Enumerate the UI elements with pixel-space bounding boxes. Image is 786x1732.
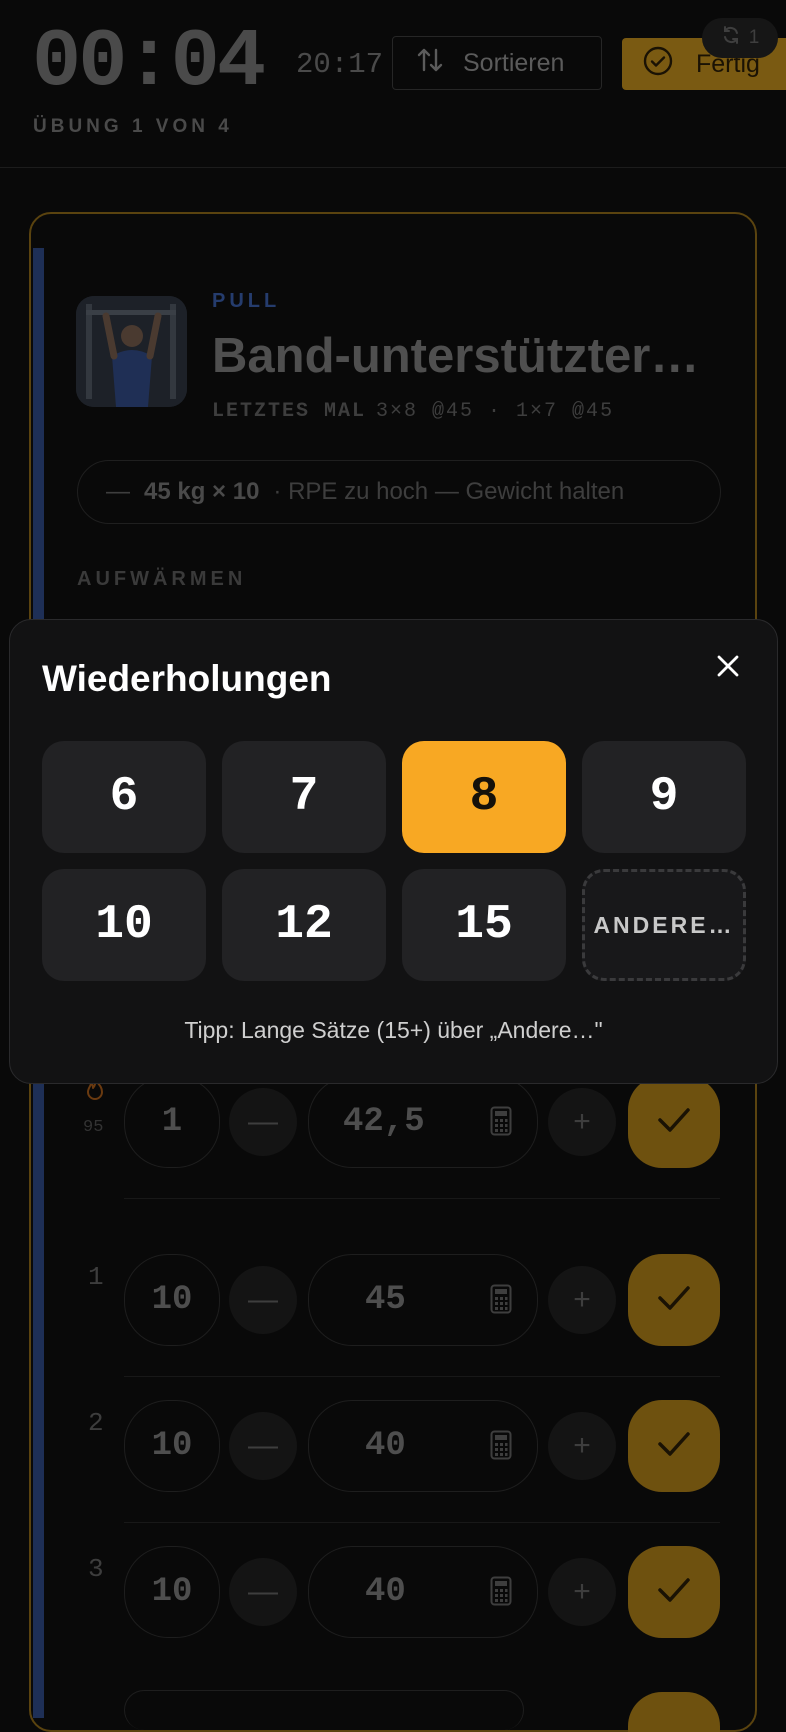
weight-value: 42,5 [343, 1103, 425, 1141]
sort-icon [415, 45, 445, 82]
divider [124, 1376, 720, 1377]
calculator-icon[interactable] [490, 1284, 512, 1319]
reps-option-15[interactable]: 15 [402, 869, 566, 981]
divider [124, 1198, 720, 1199]
plus-icon: + [573, 1575, 591, 1608]
plus-icon: + [573, 1283, 591, 1316]
reps-field[interactable]: 10 [124, 1254, 220, 1346]
sync-badge[interactable]: 1 [702, 18, 778, 58]
checkmark-icon [656, 1430, 692, 1463]
clock-time: 20:17 [296, 48, 384, 81]
decrement-button[interactable]: — [229, 1558, 297, 1626]
reps-field[interactable]: 1 [124, 1076, 220, 1168]
reps-field[interactable]: 10 [124, 1546, 220, 1638]
reps-option-8-selected[interactable]: 8 [402, 741, 566, 853]
next-row-check-peek [628, 1692, 720, 1732]
recommendation-pill: — 45 kg × 10 · RPE zu hoch — Gewicht hal… [77, 460, 721, 524]
set-row: 3 10 — 40 + [0, 1546, 786, 1642]
next-row-peek [124, 1690, 524, 1730]
checkmark-icon [656, 1106, 692, 1139]
calculator-icon[interactable] [490, 1576, 512, 1611]
minus-icon: — [248, 1575, 278, 1608]
exercise-thumbnail[interactable] [76, 296, 187, 407]
exercise-progress: ÜBUNG 1 VON 4 [33, 116, 233, 137]
hint-text: · RPE zu hoch — Gewicht halten [273, 478, 625, 505]
calculator-icon[interactable] [490, 1430, 512, 1465]
increment-button[interactable]: + [548, 1266, 616, 1334]
hint-dash: — [106, 478, 130, 505]
reps-option-10[interactable]: 10 [42, 869, 206, 981]
decrement-button[interactable]: — [229, 1412, 297, 1480]
complete-set-button[interactable] [628, 1546, 720, 1638]
increment-button[interactable]: + [548, 1412, 616, 1480]
sort-label: Sortieren [463, 48, 565, 77]
hint-value: 45 kg × 10 [144, 478, 260, 505]
top-bar: 00:04 20:17 Sortieren Fertig 1 ÜBUNG 1 V… [0, 0, 786, 168]
decrement-button[interactable]: — [229, 1088, 297, 1156]
exercise-title[interactable]: Band-unterstützter… [212, 328, 699, 384]
increment-button[interactable]: + [548, 1088, 616, 1156]
sync-count: 1 [748, 27, 760, 48]
reps-option-12[interactable]: 12 [222, 869, 386, 981]
weight-value: 40 [365, 1573, 406, 1611]
plus-icon: + [573, 1429, 591, 1462]
sort-button[interactable]: Sortieren [392, 36, 602, 90]
warmup-set-row: 95 1 — 42,5 + [0, 1076, 786, 1172]
elapsed-timer: 00:04 [32, 16, 266, 109]
minus-icon: — [248, 1105, 278, 1138]
minus-icon: — [248, 1283, 278, 1316]
plus-icon: + [573, 1105, 591, 1138]
set-number: 2 [88, 1408, 104, 1438]
sheet-title: Wiederholungen [42, 658, 332, 699]
exercise-category: PULL [212, 290, 281, 312]
reps-option-other[interactable]: ANDERE… [582, 869, 746, 981]
check-circle-icon [642, 45, 674, 84]
complete-set-button[interactable] [628, 1076, 720, 1168]
reps-option-6[interactable]: 6 [42, 741, 206, 853]
close-icon [716, 654, 740, 683]
tip-text: Tipp: Lange Sätze (15+) über „Andere…" [184, 1017, 603, 1043]
last-session: LETZTES MAL 3×8 @45 · 1×7 @45 [212, 400, 614, 423]
last-session-values: 3×8 @45 · 1×7 @45 [376, 400, 615, 423]
set-number: 3 [88, 1554, 104, 1584]
decrement-button[interactable]: — [229, 1266, 297, 1334]
checkmark-icon [656, 1284, 692, 1317]
warmup-percent: 95 [83, 1118, 104, 1137]
set-number: 1 [88, 1262, 104, 1292]
checkmark-icon [656, 1576, 692, 1609]
reps-picker-sheet: Wiederholungen 6 7 8 9 10 12 15 ANDERE… … [9, 619, 778, 1084]
divider [124, 1522, 720, 1523]
weight-value: 40 [365, 1427, 406, 1465]
sync-icon [721, 25, 741, 51]
warmup-section-label: AUFWÄRMEN [77, 568, 247, 590]
minus-icon: — [248, 1429, 278, 1462]
reps-field[interactable]: 10 [124, 1400, 220, 1492]
set-row: 2 10 — 40 + [0, 1400, 786, 1496]
calculator-icon[interactable] [490, 1106, 512, 1141]
set-row: 1 10 — 45 + [0, 1254, 786, 1350]
weight-value: 45 [365, 1281, 406, 1319]
last-session-label: LETZTES MAL [212, 400, 367, 423]
complete-set-button[interactable] [628, 1400, 720, 1492]
reps-option-9[interactable]: 9 [582, 741, 746, 853]
close-button[interactable] [710, 650, 746, 686]
increment-button[interactable]: + [548, 1558, 616, 1626]
reps-option-7[interactable]: 7 [222, 741, 386, 853]
complete-set-button[interactable] [628, 1254, 720, 1346]
